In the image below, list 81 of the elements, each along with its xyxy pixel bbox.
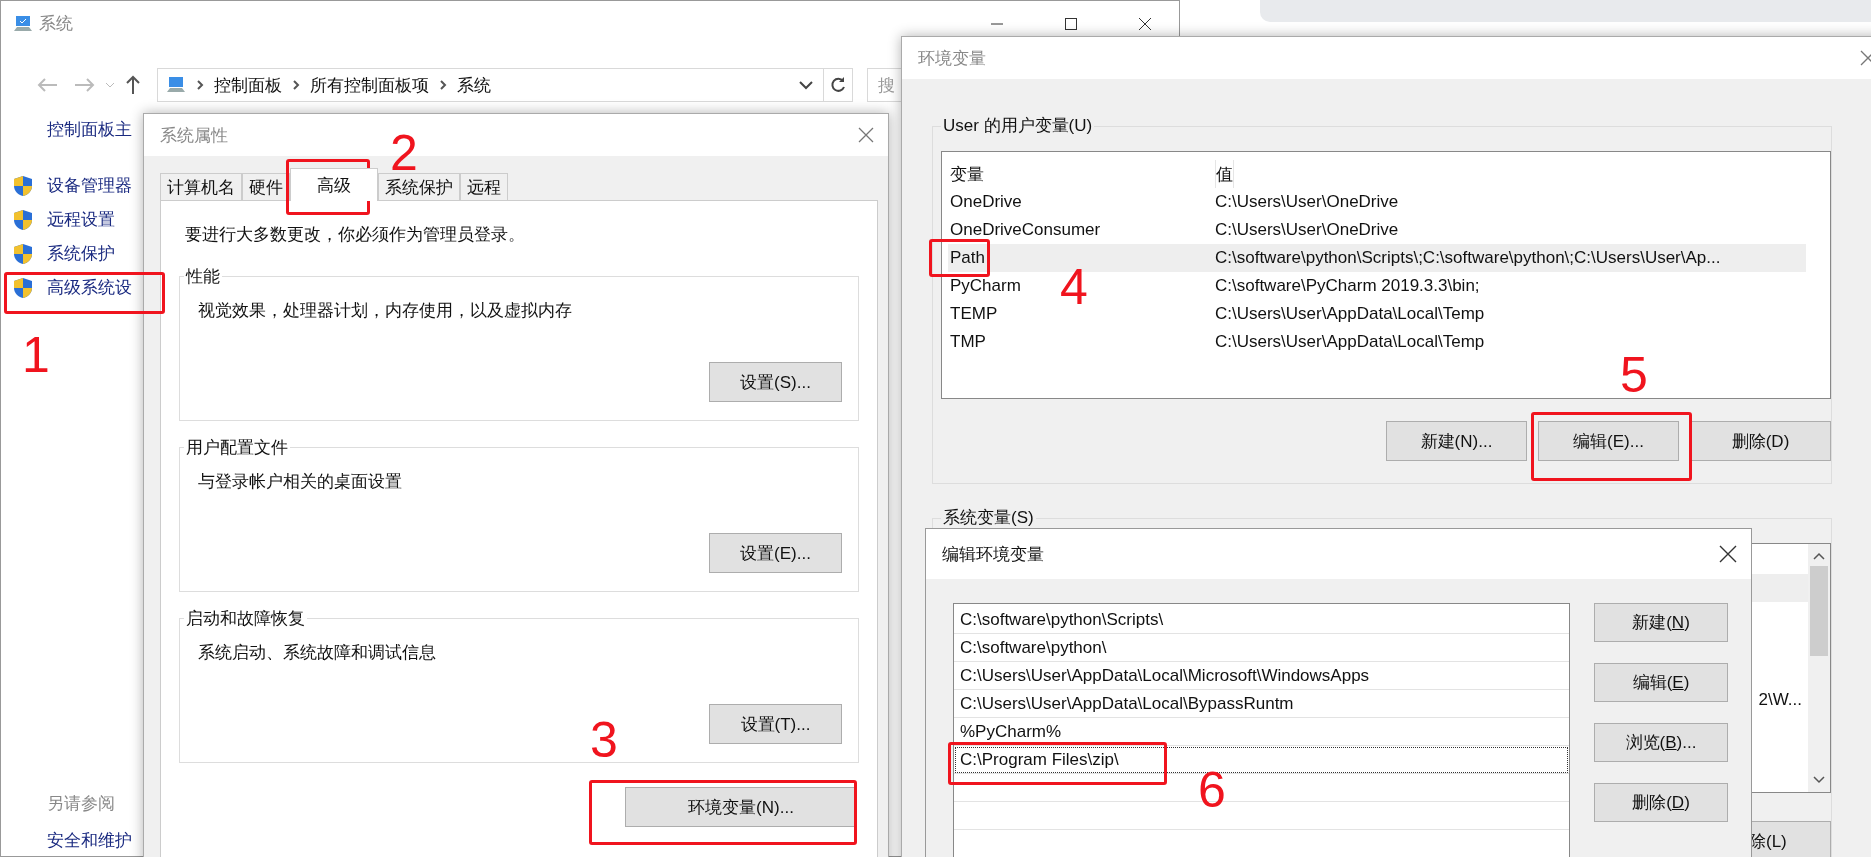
path-entry[interactable]: C:\software\python\Scripts\ xyxy=(954,606,1569,634)
close-icon[interactable] xyxy=(1138,16,1152,31)
sidebar-link[interactable]: 高级系统设 xyxy=(47,276,132,299)
see-also-link[interactable]: 安全和维护 xyxy=(47,829,132,852)
table-cell: C:\software\python\Scripts\;C:\software\python\;C:\Users\User\Ap... xyxy=(1215,248,1721,268)
table-cell: C:\software\PyCharm 2019.3.3\bin; xyxy=(1215,276,1480,296)
table-cell: OneDrive xyxy=(950,192,1022,211)
shield-icon xyxy=(13,242,33,265)
table-cell: PyCharm xyxy=(950,276,1021,295)
annotation-number: 5 xyxy=(1620,350,1648,400)
sidebar-link[interactable]: 系统保护 xyxy=(47,242,115,265)
column-header[interactable]: 值 xyxy=(1216,160,1234,188)
chevron-icon xyxy=(196,80,204,90)
dialog-button[interactable]: 编辑(E) xyxy=(1594,663,1728,702)
address-bar[interactable]: 控制面板 所有控制面板项 系统 xyxy=(157,68,853,102)
shield-icon xyxy=(13,276,33,299)
path-entry[interactable]: C:\software\python\ xyxy=(954,634,1569,662)
group-title: User 的用户变量(U) xyxy=(941,114,1095,137)
settings-button[interactable]: 设置(E)... xyxy=(709,533,842,573)
table-cell: C:\Users\User\AppData\Local\Temp xyxy=(1215,332,1485,352)
refresh-icon[interactable] xyxy=(829,76,847,94)
environment-variables-button[interactable]: 环境变量(N)... xyxy=(625,787,857,827)
path-entry[interactable]: C:\Users\User\AppData\Local\Microsoft\WindowsApps xyxy=(954,662,1569,690)
see-also-heading: 另请参阅 xyxy=(47,793,115,815)
shield-icon xyxy=(13,208,33,231)
group-title: 启动和故障恢复 xyxy=(184,607,307,630)
group-title: 用户配置文件 xyxy=(184,436,290,459)
sidebar-link[interactable]: 远程设置 xyxy=(47,208,115,231)
breadcrumb-item[interactable]: 控制面板 xyxy=(214,73,282,97)
tab[interactable]: 远程 xyxy=(460,173,508,200)
settings-button[interactable]: 设置(T)... xyxy=(709,704,842,744)
table-cell: C:\Users\User\OneDrive xyxy=(1215,220,1399,240)
table-cell: TEMP xyxy=(950,304,998,323)
column-header[interactable]: 变量 xyxy=(948,160,1216,188)
table-cell: C:\Users\User\OneDrive xyxy=(1215,192,1399,212)
up-arrow-icon[interactable] xyxy=(125,75,141,95)
sidebar-link[interactable]: 设备管理器 xyxy=(47,174,132,197)
dialog-button[interactable]: 编辑(E)... xyxy=(1538,421,1679,461)
dialog-title: 编辑环境变量 xyxy=(942,543,1044,566)
path-entry[interactable]: C:\Users\User\AppData\Local\BypassRuntm xyxy=(954,690,1569,718)
dialog-button[interactable]: 新建(N) xyxy=(1594,603,1728,642)
table-cell: C:\Users\User\AppData\Local\Temp xyxy=(1215,304,1485,324)
settings-button[interactable]: 设置(S)... xyxy=(709,362,842,402)
maximize-icon[interactable] xyxy=(1064,16,1078,31)
table-cell: TMP xyxy=(950,332,986,351)
close-icon[interactable] xyxy=(1719,545,1737,563)
breadcrumb-item[interactable]: 所有控制面板项 xyxy=(310,73,429,97)
annotation-number: 1 xyxy=(22,330,50,380)
dialog-button[interactable]: 新建(N)... xyxy=(1386,421,1527,461)
admin-notice: 要进行大多数更改，你必须作为管理员登录。 xyxy=(185,224,526,246)
scroll-up-icon[interactable] xyxy=(1813,552,1825,560)
dialog-button[interactable]: 浏览(B)... xyxy=(1594,723,1728,762)
window-title: 系统 xyxy=(39,13,73,35)
group-description: 与登录帐户相关的桌面设置 xyxy=(198,471,403,493)
scrollbar[interactable] xyxy=(1808,544,1830,792)
scroll-down-icon[interactable] xyxy=(1813,776,1825,784)
shield-icon xyxy=(13,174,33,197)
annotation-number: 3 xyxy=(590,715,618,765)
computer-icon xyxy=(13,14,33,33)
dialog-title: 环境变量 xyxy=(918,47,986,70)
tab[interactable]: 高级 xyxy=(290,168,378,201)
chevron-icon xyxy=(439,80,447,90)
dialog-button[interactable]: 删除(D) xyxy=(1690,421,1831,461)
dropdown-caret-icon[interactable] xyxy=(799,80,813,90)
tab[interactable]: 系统保护 xyxy=(378,173,460,200)
tab[interactable]: 硬件 xyxy=(242,173,290,200)
tab[interactable]: 计算机名 xyxy=(160,173,242,200)
group-title: 性能 xyxy=(184,265,222,288)
chevron-icon xyxy=(292,80,300,90)
dialog-button[interactable]: 删除(D) xyxy=(1594,783,1728,822)
path-entry[interactable]: %PyCharm% xyxy=(954,718,1569,746)
dialog-title: 系统属性 xyxy=(160,124,228,147)
group-description: 视觉效果，处理器计划，内存使用，以及虚拟内存 xyxy=(198,300,573,322)
table-cell: OneDriveConsumer xyxy=(950,220,1101,239)
group-description: 系统启动、系统故障和调试信息 xyxy=(198,642,437,664)
table-cell: Path xyxy=(950,248,985,267)
table-cell: 2\W... xyxy=(1758,690,1802,710)
computer-icon xyxy=(166,76,186,94)
breadcrumb-item[interactable]: 系统 xyxy=(457,73,491,97)
group-title: 系统变量(S) xyxy=(941,506,1036,529)
annotation-box xyxy=(929,239,990,277)
